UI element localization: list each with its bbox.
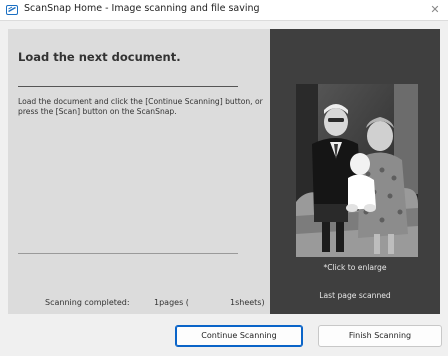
instruction-text: Load the document and click the [Continu…	[18, 97, 263, 116]
last-page-label: Last page scanned	[319, 291, 391, 300]
instruction-panel: Load the next document. Load the documen…	[8, 29, 270, 314]
scansnap-app-icon	[6, 5, 18, 15]
status-sheets: 1sheets)	[230, 298, 265, 307]
title-bar: ScanSnap Home - Image scanning and file …	[0, 0, 448, 21]
close-icon[interactable]: ✕	[422, 0, 448, 20]
divider	[18, 86, 238, 87]
preview-panel: *Click to enlarge Last page scanned	[270, 29, 440, 314]
page-title: Load the next document.	[18, 50, 181, 64]
status-label: Scanning completed:	[45, 298, 130, 307]
status-pages: 1pages (	[154, 298, 189, 307]
continue-scanning-button[interactable]: Continue Scanning	[175, 325, 303, 347]
window-title: ScanSnap Home - Image scanning and file …	[24, 3, 260, 14]
click-to-enlarge-hint: *Click to enlarge	[323, 263, 387, 272]
finish-scanning-button[interactable]: Finish Scanning	[318, 325, 442, 347]
scanned-page-thumbnail[interactable]	[296, 84, 418, 257]
divider	[18, 253, 238, 254]
